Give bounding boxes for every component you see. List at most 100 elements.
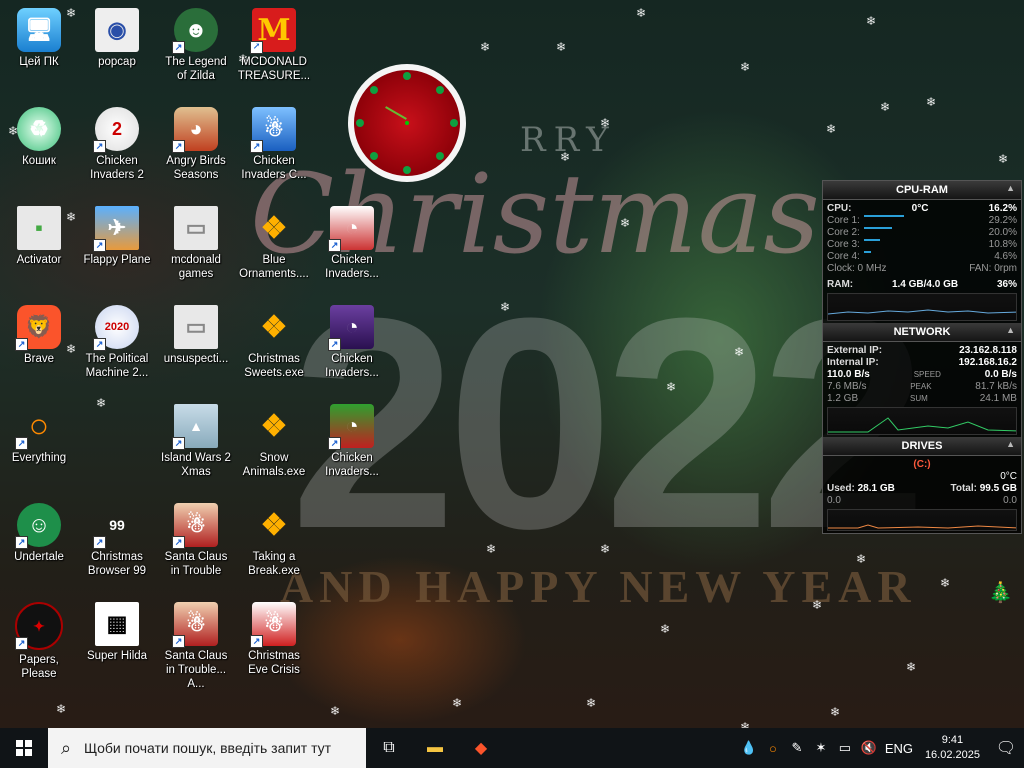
desktop-icon-activator[interactable]: ▪ Activator: [0, 200, 78, 296]
collapse-icon[interactable]: ▲: [1006, 325, 1015, 335]
clock-dot-icon: [370, 152, 378, 160]
desktop-icon-recycle-bin[interactable]: ♻ Кошик: [0, 101, 78, 197]
notification-icon[interactable]: 🗨: [988, 738, 1024, 758]
core-bar: [863, 215, 904, 217]
desktop-icon-flappy-plane[interactable]: ✈ ↗ Flappy Plane: [78, 200, 156, 296]
desktop-icon-super-hilda[interactable]: ▦ Super Hilda: [78, 596, 156, 692]
shortcut-arrow-icon: ↗: [172, 140, 185, 153]
desktop-icon-mcdonald-treasure[interactable]: M ↗ MCDONALD TREASURE...: [235, 2, 313, 98]
mcdonalds-icon: M ↗: [250, 8, 296, 54]
clock-dot-icon: [356, 119, 364, 127]
icon-label: Angry Birds Seasons: [166, 155, 226, 181]
desktop-icon-popcap[interactable]: ◉ popcap: [78, 2, 156, 98]
icon-label: Кошик: [22, 155, 56, 167]
file-icon: ▭: [174, 206, 218, 250]
external-ip-row: External IP: 23.162.8.118: [823, 345, 1021, 357]
desktop-icon-taking-a-break[interactable]: ❖ Taking a Break.exe: [235, 497, 313, 593]
network-header[interactable]: NETWORK ▲: [823, 323, 1021, 342]
exe-icon: ❖: [260, 310, 288, 344]
snowflake-icon: ❄: [660, 622, 671, 636]
icon-label: Chicken Invaders...: [325, 254, 379, 280]
exe-icon: ❖: [260, 409, 288, 443]
collapse-icon[interactable]: ▲: [1006, 183, 1015, 193]
shortcut-arrow-icon: ↗: [250, 41, 263, 54]
santa-icon: ☃ ↗: [172, 602, 218, 648]
icon-label: The Legend of Zilda: [165, 56, 227, 82]
icon-label: mcdonald games: [171, 254, 221, 280]
desktop-icon-legend-of-zilda[interactable]: ☻ ↗ The Legend of Zilda: [157, 2, 235, 98]
shortcut-arrow-icon: ↗: [172, 536, 185, 549]
icon-label: Christmas Sweets.exe: [244, 353, 304, 379]
exe-icon: ❖: [260, 508, 288, 542]
desktop-icon-chicken-invaders-c[interactable]: ☃ ↗ Chicken Invaders C...: [235, 101, 313, 197]
desktop-icon-papers-please[interactable]: ✦ ↗ Papers, Please: [0, 596, 78, 692]
taskbar: ⌕ Щоби почати пошук, введіть запит тут ⧉…: [0, 728, 1024, 768]
network-icon[interactable]: ✶: [809, 740, 833, 756]
system-monitor-gadget: CPU-RAM ▲ CPU: 0°C 16.2% Core 1: 29.2% Co…: [822, 180, 1022, 534]
core-bar: [863, 239, 880, 241]
desktop-icon-this-pc[interactable]: 🖥 Цей ПК: [0, 2, 78, 98]
snowflake-icon: ❄: [452, 696, 463, 710]
desktop-icon-christmas-sweets[interactable]: ❖ Christmas Sweets.exe: [235, 299, 313, 395]
desktop-icon-everything[interactable]: ○ ↗ Everything: [0, 398, 78, 494]
icon-label: Chicken Invaders C...: [241, 155, 307, 181]
chicken-icon: 2 ↗: [93, 107, 139, 153]
snowflake-icon: ❄: [866, 14, 877, 28]
drive-io-row: 0.0 0.0: [823, 495, 1021, 507]
snowflake-icon: ❄: [330, 704, 341, 718]
network-graph: [827, 407, 1017, 435]
ram-row: RAM: 1.4 GB/4.0 GB 36%: [823, 279, 1021, 291]
snowflake-icon: ❄: [826, 122, 837, 136]
desktop-icon-chicken-invaders-2[interactable]: 2 ↗ Chicken Invaders 2: [78, 101, 156, 197]
pen-icon[interactable]: ✎: [785, 740, 809, 756]
shortcut-arrow-icon: ↗: [15, 637, 28, 650]
desktop-icon-political-machine[interactable]: 2020 ↗ The Political Machine 2...: [78, 299, 156, 395]
snowflake-icon: ❄: [998, 152, 1009, 166]
desktop-icon-chicken-invaders-b[interactable]: ◔ ↗ Chicken Invaders...: [313, 299, 391, 395]
volume-muted-icon[interactable]: 🔇: [857, 740, 881, 756]
taskbar-search-box[interactable]: ⌕ Щоби почати пошук, введіть запит тут: [48, 728, 366, 768]
taskbar-clock[interactable]: 9:41 16.02.2025: [917, 733, 988, 763]
snowflake-icon: ❄: [500, 300, 511, 314]
shortcut-arrow-icon: ↗: [250, 140, 263, 153]
language-indicator[interactable]: ENG: [881, 741, 917, 756]
shortcut-arrow-icon: ↗: [93, 536, 106, 549]
drives-header[interactable]: DRIVES ▲: [823, 437, 1021, 456]
desktop-icon-island-wars[interactable]: ▲ ↗ Island Wars 2 Xmas: [157, 398, 235, 494]
snowflake-icon: ❄: [96, 396, 107, 410]
desktop-icon-angry-birds-seasons[interactable]: ◕ ↗ Angry Birds Seasons: [157, 101, 235, 197]
cpu-ram-header[interactable]: CPU-RAM ▲: [823, 181, 1021, 200]
icon-label: Santa Claus in Trouble... A...: [164, 650, 228, 690]
drive-c-row: (C:): [823, 459, 1021, 471]
snowflake-icon: ❄: [586, 696, 597, 710]
battery-icon[interactable]: ▭: [833, 740, 857, 756]
desktop-icon-snow-animals[interactable]: ❖ Snow Animals.exe: [235, 398, 313, 494]
everything-tray-icon[interactable]: ○: [761, 741, 785, 756]
recycle-bin-icon: ♻: [17, 107, 61, 151]
start-button[interactable]: [0, 728, 48, 768]
tree-icon: 99 ↗: [93, 503, 139, 549]
desktop-icon-christmas-eve-crisis[interactable]: ☃ ↗ Christmas Eve Crisis: [235, 596, 313, 692]
desktop-icon-brave[interactable]: 🦁 ↗ Brave: [0, 299, 78, 395]
drop-icon[interactable]: 💧: [737, 740, 761, 756]
brave-taskbar-button[interactable]: ◆: [458, 728, 504, 768]
file-explorer-button[interactable]: ▬: [412, 728, 458, 768]
drive-c-label: (C:): [913, 459, 931, 470]
task-view-button[interactable]: ⧉: [366, 728, 412, 768]
desktop-icon-mcdonald-games[interactable]: ▭ mcdonald games: [157, 200, 235, 296]
desktop-icon-unsuspecting[interactable]: ▭ unsuspecti...: [157, 299, 235, 395]
desktop-icon-christmas-browser[interactable]: 99 ↗ Christmas Browser 99: [78, 497, 156, 593]
shortcut-arrow-icon: ↗: [93, 239, 106, 252]
desktop-icon-undertale[interactable]: ☺ ↗ Undertale: [0, 497, 78, 593]
snowflake-icon: ❄: [880, 100, 891, 114]
desktop-icon-chicken-invaders-a[interactable]: ◔ ↗ Chicken Invaders...: [313, 200, 391, 296]
christmas-clock-gadget[interactable]: [336, 52, 478, 194]
collapse-icon[interactable]: ▲: [1006, 439, 1015, 449]
core-row: Core 2: 20.0%: [823, 227, 1021, 239]
desktop-icon-chicken-invaders-d[interactable]: ◔ ↗ Chicken Invaders...: [313, 398, 391, 494]
snowflake-icon: ❄: [480, 40, 491, 54]
icon-label: Activator: [16, 254, 62, 266]
desktop-icon-santa-claus-in-trouble-again[interactable]: ☃ ↗ Santa Claus in Trouble... A...: [157, 596, 235, 692]
desktop-icon-blue-ornaments[interactable]: ❖ Blue Ornaments....: [235, 200, 313, 296]
desktop-icon-santa-claus-in-trouble[interactable]: ☃ ↗ Santa Claus in Trouble: [157, 497, 235, 593]
